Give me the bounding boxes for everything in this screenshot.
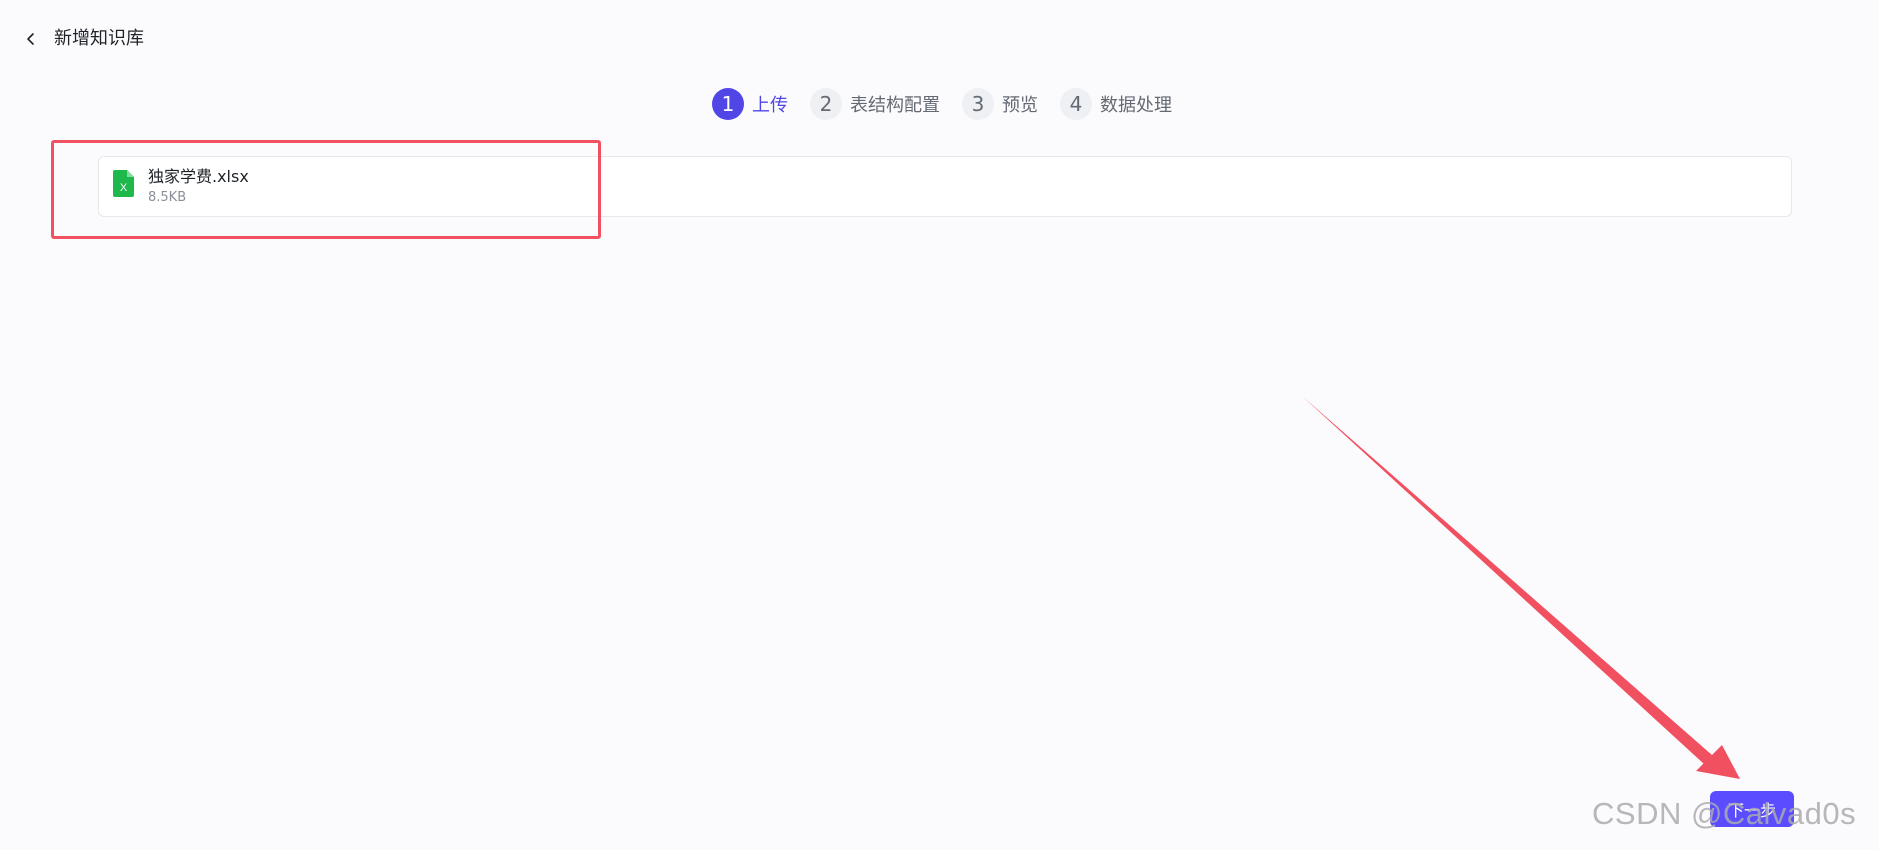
back-button[interactable] (20, 28, 42, 50)
page-title: 新增知识库 (54, 28, 144, 49)
step-label: 上传 (752, 95, 788, 116)
header: 新增知识库 (20, 22, 144, 56)
step-label: 数据处理 (1100, 95, 1172, 116)
file-name: 独家学费.xlsx (148, 167, 249, 186)
file-info: 独家学费.xlsx 8.5KB (148, 167, 249, 207)
file-item[interactable]: X 独家学费.xlsx 8.5KB (113, 167, 249, 207)
step-label: 表结构配置 (850, 95, 940, 116)
step-number: 1 (712, 88, 744, 120)
step-table-structure[interactable]: 2 表结构配置 (810, 88, 940, 120)
step-preview[interactable]: 3 预览 (962, 88, 1038, 120)
step-label: 预览 (1002, 95, 1038, 116)
file-size: 8.5KB (148, 190, 187, 205)
chevron-left-icon (27, 33, 34, 45)
page: 新增知识库 1 上传 2 表结构配置 3 预览 4 数据处理 X 独家学费.xl… (0, 0, 1879, 850)
next-step-button[interactable]: 下一步 (1710, 791, 1794, 827)
uploaded-file-list: X 独家学费.xlsx 8.5KB (98, 156, 1792, 217)
annotation-arrow (1302, 396, 1740, 779)
step-number: 2 (810, 88, 842, 120)
steps-indicator: 1 上传 2 表结构配置 3 预览 4 数据处理 (712, 87, 1194, 121)
step-data-processing[interactable]: 4 数据处理 (1060, 88, 1172, 120)
step-number: 3 (962, 88, 994, 120)
excel-icon-letter: X (120, 182, 128, 194)
step-upload[interactable]: 1 上传 (712, 88, 788, 120)
step-number: 4 (1060, 88, 1092, 120)
excel-file-icon: X (113, 170, 134, 197)
